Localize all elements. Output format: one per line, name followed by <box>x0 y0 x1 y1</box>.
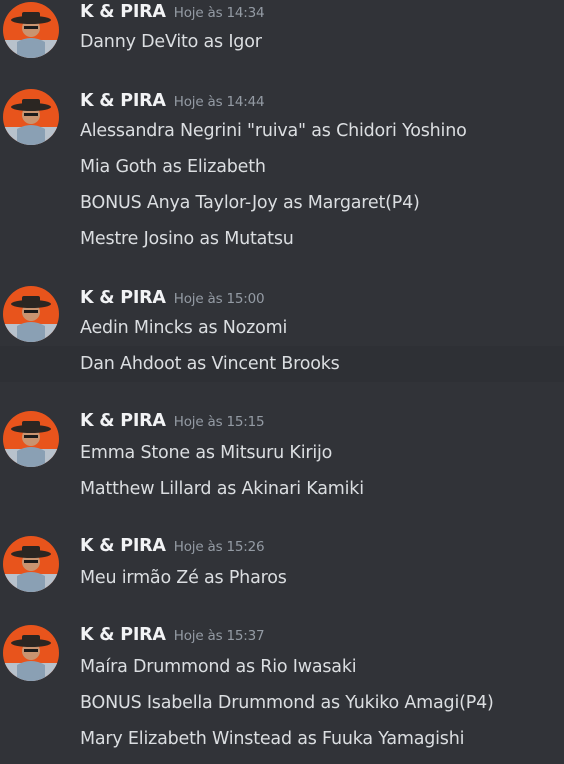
avatar-image <box>3 411 59 467</box>
message-header: K & PIRA Hoje às 14:34 <box>80 2 265 26</box>
timestamp[interactable]: Hoje às 14:44 <box>174 94 265 110</box>
user-avatar[interactable] <box>3 89 59 145</box>
timestamp[interactable]: Hoje às 15:15 <box>174 414 265 430</box>
message-header: K & PIRA Hoje às 15:37 <box>80 625 265 649</box>
message-header: K & PIRA Hoje às 14:44 <box>80 91 265 115</box>
user-avatar[interactable] <box>3 536 59 592</box>
message-header: K & PIRA Hoje às 15:15 <box>80 411 265 435</box>
avatar-image <box>3 286 59 342</box>
message-text: Emma Stone as Mitsuru Kirijo <box>80 443 333 463</box>
avatar-image <box>3 2 59 58</box>
timestamp[interactable]: Hoje às 14:34 <box>174 5 265 21</box>
message-text: Meu irmão Zé as Pharos <box>80 568 287 588</box>
username[interactable]: K & PIRA <box>80 91 166 111</box>
message-text: Matthew Lillard as Akinari Kamiki <box>80 479 364 499</box>
username[interactable]: K & PIRA <box>80 288 166 308</box>
timestamp[interactable]: Hoje às 15:26 <box>174 539 265 555</box>
message-feed: K & PIRA Hoje às 14:34 Danny DeVito as Ig… <box>0 0 564 764</box>
avatar-image <box>3 89 59 145</box>
message-header: K & PIRA Hoje às 15:00 <box>80 288 265 312</box>
message-text: Mary Elizabeth Winstead as Fuuka Yamagis… <box>80 729 465 749</box>
user-avatar[interactable] <box>3 2 59 58</box>
message-text: Aedin Mincks as Nozomi <box>80 318 288 338</box>
username[interactable]: K & PIRA <box>80 536 166 556</box>
username[interactable]: K & PIRA <box>80 411 166 431</box>
message-header: K & PIRA Hoje às 15:26 <box>80 536 265 560</box>
avatar-image <box>3 625 59 681</box>
message-text: Dan Ahdoot as Vincent Brooks <box>80 354 340 374</box>
message-text: BONUS Anya Taylor-Joy as Margaret(P4) <box>80 193 420 213</box>
user-avatar[interactable] <box>3 411 59 467</box>
username[interactable]: K & PIRA <box>80 2 166 22</box>
timestamp[interactable]: Hoje às 15:37 <box>174 628 265 644</box>
user-avatar[interactable] <box>3 286 59 342</box>
timestamp[interactable]: Hoje às 15:00 <box>174 291 265 307</box>
user-avatar[interactable] <box>3 625 59 681</box>
message-text: Mestre Josino as Mutatsu <box>80 229 294 249</box>
message-text: Danny DeVito as Igor <box>80 32 262 52</box>
message-text: BONUS Isabella Drummond as Yukiko Amagi(… <box>80 693 494 713</box>
avatar-image <box>3 536 59 592</box>
username[interactable]: K & PIRA <box>80 625 166 645</box>
message-text: Maíra Drummond as Rio Iwasaki <box>80 657 357 677</box>
message-text: Alessandra Negrini "ruiva" as Chidori Yo… <box>80 121 467 141</box>
message-text: Mia Goth as Elizabeth <box>80 157 266 177</box>
